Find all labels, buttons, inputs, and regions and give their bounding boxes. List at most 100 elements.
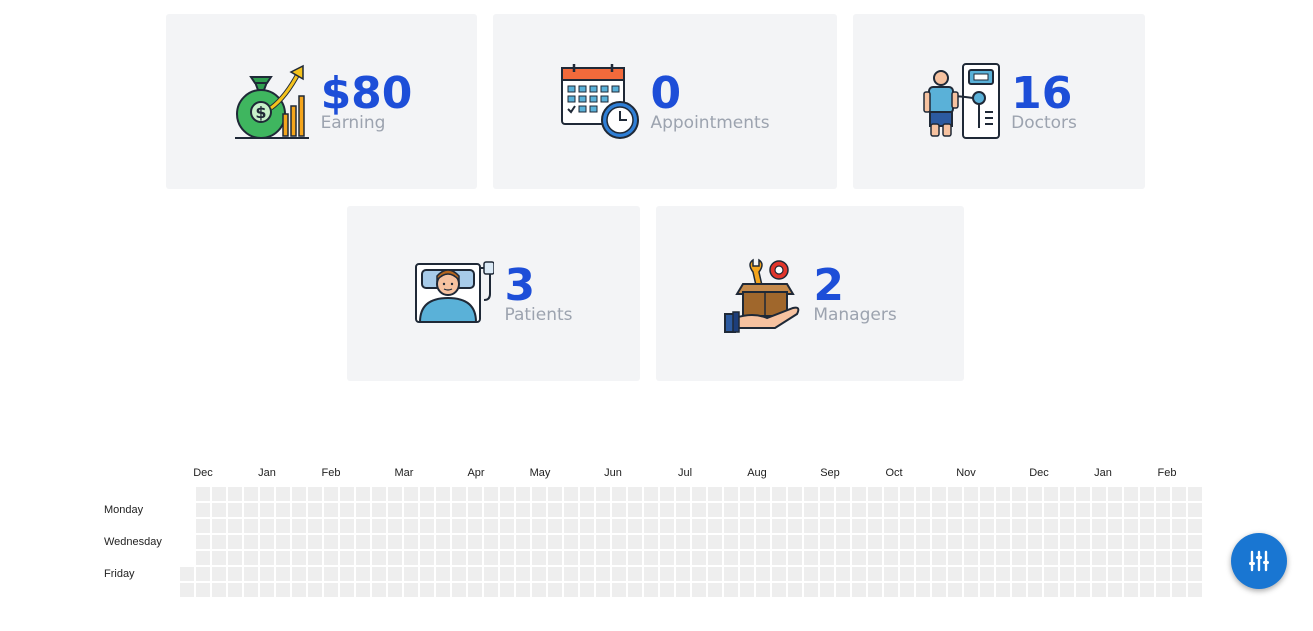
heatmap-cell[interactable] xyxy=(740,567,754,581)
heatmap-cell[interactable] xyxy=(468,535,482,549)
heatmap-cell[interactable] xyxy=(756,487,770,501)
heatmap-cell[interactable] xyxy=(1044,503,1058,517)
heatmap-cell[interactable] xyxy=(804,503,818,517)
heatmap-cell[interactable] xyxy=(676,567,690,581)
heatmap-cell[interactable] xyxy=(708,583,722,597)
heatmap-cell[interactable] xyxy=(1076,551,1090,565)
heatmap-cell[interactable] xyxy=(596,551,610,565)
settings-fab[interactable] xyxy=(1231,533,1287,589)
heatmap-cell[interactable] xyxy=(244,583,258,597)
heatmap-cell[interactable] xyxy=(532,583,546,597)
heatmap-cell[interactable] xyxy=(820,583,834,597)
heatmap-cell[interactable] xyxy=(548,583,562,597)
heatmap-cell[interactable] xyxy=(1012,519,1026,533)
heatmap-cell[interactable] xyxy=(372,503,386,517)
heatmap-cell[interactable] xyxy=(692,551,706,565)
heatmap-cell[interactable] xyxy=(500,487,514,501)
heatmap-cell[interactable] xyxy=(612,583,626,597)
heatmap-cell[interactable] xyxy=(820,519,834,533)
heatmap-cell[interactable] xyxy=(196,535,210,549)
heatmap-cell[interactable] xyxy=(244,535,258,549)
heatmap-cell[interactable] xyxy=(308,551,322,565)
heatmap-cell[interactable] xyxy=(580,567,594,581)
heatmap-cell[interactable] xyxy=(724,519,738,533)
heatmap-cell[interactable] xyxy=(644,487,658,501)
heatmap-cell[interactable] xyxy=(340,583,354,597)
heatmap-cell[interactable] xyxy=(1124,535,1138,549)
heatmap-cell[interactable] xyxy=(436,551,450,565)
heatmap-cell[interactable] xyxy=(676,583,690,597)
heatmap-cell[interactable] xyxy=(996,567,1010,581)
heatmap-cell[interactable] xyxy=(324,519,338,533)
heatmap-cell[interactable] xyxy=(612,487,626,501)
heatmap-cell[interactable] xyxy=(196,503,210,517)
heatmap-cell[interactable] xyxy=(212,551,226,565)
heatmap-cell[interactable] xyxy=(452,551,466,565)
heatmap-cell[interactable] xyxy=(628,487,642,501)
heatmap-cell[interactable] xyxy=(628,519,642,533)
heatmap-cell[interactable] xyxy=(660,503,674,517)
heatmap-cell[interactable] xyxy=(276,551,290,565)
heatmap-cell[interactable] xyxy=(1156,503,1170,517)
heatmap-cell[interactable] xyxy=(1092,583,1106,597)
heatmap-cell[interactable] xyxy=(788,519,802,533)
heatmap-cell[interactable] xyxy=(372,535,386,549)
heatmap-cell[interactable] xyxy=(788,503,802,517)
heatmap-cell[interactable] xyxy=(964,583,978,597)
heatmap-cell[interactable] xyxy=(1172,583,1186,597)
heatmap-cell[interactable] xyxy=(404,519,418,533)
heatmap-cell[interactable] xyxy=(804,583,818,597)
heatmap-cell[interactable] xyxy=(292,535,306,549)
heatmap-cell[interactable] xyxy=(964,567,978,581)
heatmap-cell[interactable] xyxy=(324,503,338,517)
heatmap-cell[interactable] xyxy=(964,535,978,549)
heatmap-cell[interactable] xyxy=(564,519,578,533)
heatmap-cell[interactable] xyxy=(436,503,450,517)
heatmap-cell[interactable] xyxy=(996,503,1010,517)
heatmap-cell[interactable] xyxy=(276,503,290,517)
heatmap-cell[interactable] xyxy=(884,487,898,501)
heatmap-cell[interactable] xyxy=(676,519,690,533)
heatmap-cell[interactable] xyxy=(340,567,354,581)
heatmap-cell[interactable] xyxy=(868,487,882,501)
heatmap-cell[interactable] xyxy=(1012,551,1026,565)
heatmap-cell[interactable] xyxy=(468,487,482,501)
heatmap-cell[interactable] xyxy=(468,551,482,565)
heatmap-cell[interactable] xyxy=(468,583,482,597)
heatmap-cell[interactable] xyxy=(948,583,962,597)
heatmap-cell[interactable] xyxy=(1092,503,1106,517)
heatmap-cell[interactable] xyxy=(1092,551,1106,565)
heatmap-cell[interactable] xyxy=(564,551,578,565)
heatmap-cell[interactable] xyxy=(1188,567,1202,581)
heatmap-cell[interactable] xyxy=(612,551,626,565)
heatmap-cell[interactable] xyxy=(356,583,370,597)
heatmap-cell[interactable] xyxy=(740,551,754,565)
heatmap-cell[interactable] xyxy=(1012,583,1026,597)
heatmap-cell[interactable] xyxy=(788,551,802,565)
heatmap-cell[interactable] xyxy=(1188,487,1202,501)
heatmap-cell[interactable] xyxy=(1124,519,1138,533)
heatmap-cell[interactable] xyxy=(692,503,706,517)
heatmap-cell[interactable] xyxy=(228,519,242,533)
heatmap-cell[interactable] xyxy=(1156,535,1170,549)
heatmap-cell[interactable] xyxy=(596,535,610,549)
heatmap-cell[interactable] xyxy=(916,503,930,517)
heatmap-cell[interactable] xyxy=(372,567,386,581)
heatmap-cell[interactable] xyxy=(388,503,402,517)
heatmap-cell[interactable] xyxy=(916,519,930,533)
heatmap-cell[interactable] xyxy=(1188,535,1202,549)
heatmap-cell[interactable] xyxy=(1172,567,1186,581)
heatmap-cell[interactable] xyxy=(804,567,818,581)
heatmap-cell[interactable] xyxy=(340,535,354,549)
heatmap-cell[interactable] xyxy=(564,583,578,597)
heatmap-cell[interactable] xyxy=(308,583,322,597)
heatmap-cell[interactable] xyxy=(740,503,754,517)
heatmap-cell[interactable] xyxy=(212,503,226,517)
heatmap-cell[interactable] xyxy=(852,503,866,517)
heatmap-cell[interactable] xyxy=(548,567,562,581)
heatmap-cell[interactable] xyxy=(692,535,706,549)
heatmap-cell[interactable] xyxy=(564,567,578,581)
heatmap-cell[interactable] xyxy=(564,487,578,501)
heatmap-cell[interactable] xyxy=(1140,583,1154,597)
heatmap-cell[interactable] xyxy=(724,551,738,565)
